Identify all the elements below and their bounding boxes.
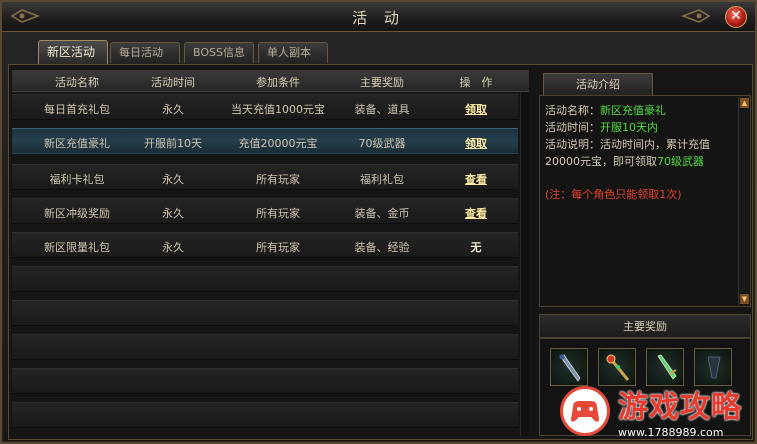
header-condition: 参加条件 [256, 76, 300, 89]
tab-solo-dungeon[interactable]: 单人副本 [258, 42, 328, 63]
activity-time: 永久 [162, 241, 184, 254]
view-button[interactable]: 查看 [430, 171, 522, 187]
activity-reward: 福利礼包 [360, 173, 404, 186]
activity-reward: 装备、经验 [354, 241, 410, 254]
intro-scrollbar[interactable]: ▲ ▼ [738, 97, 749, 305]
intro-name-value: 新区充值豪礼 [600, 104, 666, 117]
intro-line-desc2: 20000元宝，即可领取70级武器 [545, 153, 704, 169]
table-header: 活动名称 活动时间 参加条件 主要奖励 操 作 [12, 70, 529, 92]
rewards-header: 主要奖励 [539, 314, 751, 338]
ornament-right-icon [681, 9, 711, 23]
claim-button[interactable]: 领取 [430, 101, 522, 117]
jeweled-staff-icon[interactable] [598, 348, 636, 386]
intro-line-name: 活动名称：新区充值豪礼 [545, 102, 666, 118]
table-row[interactable]: 新区限量礼包 永久 所有玩家 装备、经验 无 [12, 232, 518, 258]
window-title: 活 动 [352, 9, 405, 27]
header-action: 操 作 [459, 76, 493, 89]
green-sword-icon[interactable] [646, 348, 684, 386]
view-button[interactable]: 查看 [430, 205, 522, 221]
activity-window: 活 动 ✕ 新区活动 每日活动 BOSS信息 单人副本 活动名称 活动时间 参加… [0, 0, 757, 444]
table-row[interactable]: 福利卡礼包 永久 所有玩家 福利礼包 查看 [12, 164, 518, 190]
table-row[interactable]: 新区冲级奖励 永久 所有玩家 装备、金币 查看 [12, 198, 518, 224]
activity-reward: 装备、金币 [354, 207, 410, 220]
claim-button[interactable]: 领取 [430, 135, 522, 151]
activity-condition: 所有玩家 [256, 173, 300, 186]
activity-condition: 当天充值1000元宝 [231, 103, 325, 116]
shadow-blade-icon[interactable] [694, 348, 732, 386]
watermark: 游戏攻略 www.1788989.com [554, 382, 754, 444]
activity-condition: 充值20000元宝 [238, 137, 318, 150]
intro-time-label: 活动时间： [545, 121, 600, 134]
watermark-url: www.1788989.com [618, 426, 724, 439]
intro-header: 活动介绍 [543, 73, 653, 95]
table-row[interactable]: 每日首充礼包 永久 当天充值1000元宝 装备、道具 领取 [12, 94, 518, 120]
dark-spear-icon[interactable] [550, 348, 588, 386]
header-time: 活动时间 [151, 76, 195, 89]
activity-condition: 所有玩家 [256, 241, 300, 254]
empty-row [12, 266, 518, 292]
scroll-down-icon[interactable]: ▼ [740, 294, 749, 304]
empty-row [12, 368, 518, 394]
intro-line-desc: 活动说明：活动时间内，累计充值 [545, 138, 710, 151]
table-scrollbar[interactable] [520, 92, 529, 436]
tab-daily-events[interactable]: 每日活动 [110, 42, 180, 63]
tab-new-server-events[interactable]: 新区活动 [38, 40, 108, 64]
activity-condition: 所有玩家 [256, 207, 300, 220]
intro-note: (注：每个角色只能领取1次) [545, 188, 682, 201]
header-reward: 主要奖励 [360, 76, 404, 89]
intro-desc-prefix: 20000元宝，即可领取 [545, 155, 657, 168]
activity-time: 永久 [162, 103, 184, 116]
tab-boss-info[interactable]: BOSS信息 [184, 42, 254, 63]
scroll-up-icon[interactable]: ▲ [740, 98, 749, 108]
empty-row [12, 334, 518, 360]
intro-panel: 活动名称：新区充值豪礼 活动时间：开服10天内 活动说明：活动时间内，累计充值 … [539, 95, 751, 307]
no-action-label: 无 [470, 241, 482, 254]
intro-name-label: 活动名称： [545, 104, 600, 117]
watermark-text: 游戏攻略 [618, 390, 742, 425]
empty-row [12, 300, 518, 326]
title-bar: 活 动 ✕ [2, 2, 755, 32]
activity-time: 永久 [162, 173, 184, 186]
intro-desc-weapon: 70级武器 [657, 155, 704, 168]
activity-reward: 70级武器 [358, 137, 406, 150]
activity-table: 活动名称 活动时间 参加条件 主要奖励 操 作 每日首充礼包 永久 当天充值10… [12, 70, 529, 436]
intro-line-time: 活动时间：开服10天内 [545, 119, 658, 135]
close-icon[interactable]: ✕ [725, 6, 747, 28]
intro-time-value: 开服10天内 [600, 121, 658, 134]
gamepad-logo-icon [560, 386, 610, 436]
table-row-selected[interactable]: 新区充值豪礼 开服前10天 充值20000元宝 70级武器 领取 [12, 128, 518, 154]
activity-reward: 装备、道具 [354, 103, 410, 116]
activity-time: 开服前10天 [144, 137, 202, 150]
empty-row [12, 402, 518, 428]
activity-time: 永久 [162, 207, 184, 220]
